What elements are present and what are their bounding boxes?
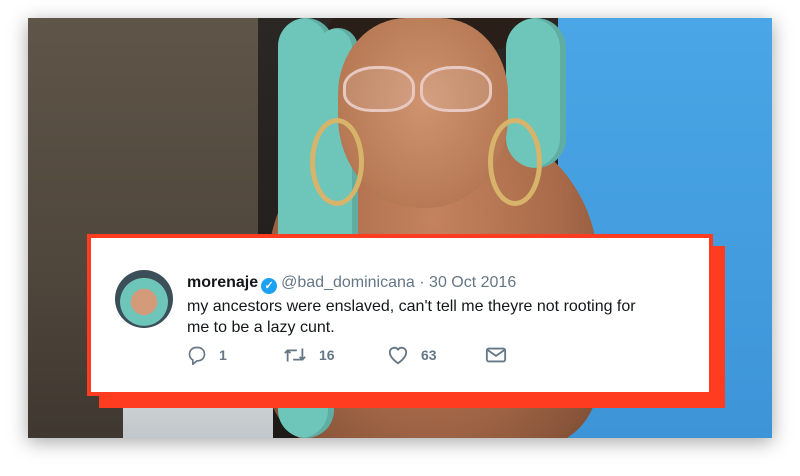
glasses-right-lens [420,66,492,112]
heart-icon [387,345,409,365]
tweet-card: morenaje ✓ @bad_dominicana · 30 Oct 2016 m… [87,234,713,396]
earring-right [488,118,542,206]
separator: · [419,274,425,291]
glasses-left-lens [343,66,415,112]
handle[interactable]: @bad_dominicana [281,274,415,291]
retweet-button[interactable]: 16 [283,344,335,366]
reply-count: 1 [219,347,227,363]
retweet-count: 16 [319,347,335,363]
like-button[interactable]: 63 [387,344,437,366]
message-button[interactable] [485,344,507,366]
tweet-date[interactable]: 30 Oct 2016 [429,274,516,291]
display-name[interactable]: morenaje [187,274,258,291]
earring-left [310,118,364,206]
like-count: 63 [421,347,437,363]
envelope-icon [485,346,507,364]
person-face [338,18,508,208]
reply-button[interactable]: 1 [187,344,227,366]
reply-icon [187,345,207,365]
tweet-header: morenaje ✓ @bad_dominicana · 30 Oct 2016 [187,274,516,294]
avatar[interactable] [115,270,173,328]
tweet-text: my ancestors were enslaved, can't tell m… [187,298,636,336]
retweet-icon [283,345,307,365]
verified-badge-icon: ✓ [261,278,278,294]
